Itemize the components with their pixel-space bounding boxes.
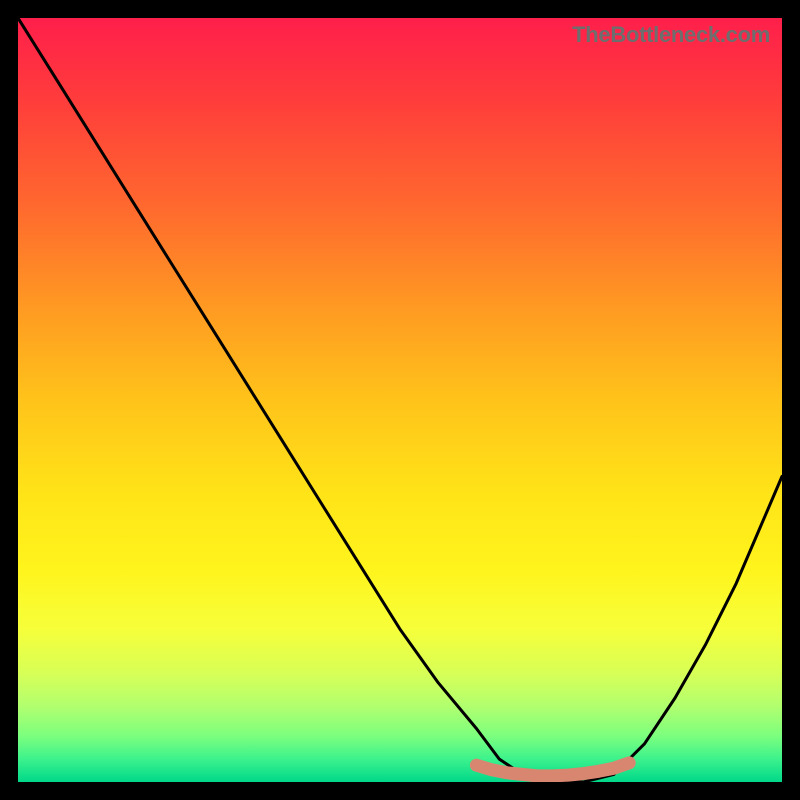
watermark-text: TheBottleneck.com [572, 22, 770, 48]
chart-svg [18, 18, 782, 782]
bottleneck-curve [18, 18, 782, 782]
plot-area: TheBottleneck.com [18, 18, 782, 782]
chart-frame: TheBottleneck.com [0, 0, 800, 800]
optimal-band [476, 763, 629, 776]
